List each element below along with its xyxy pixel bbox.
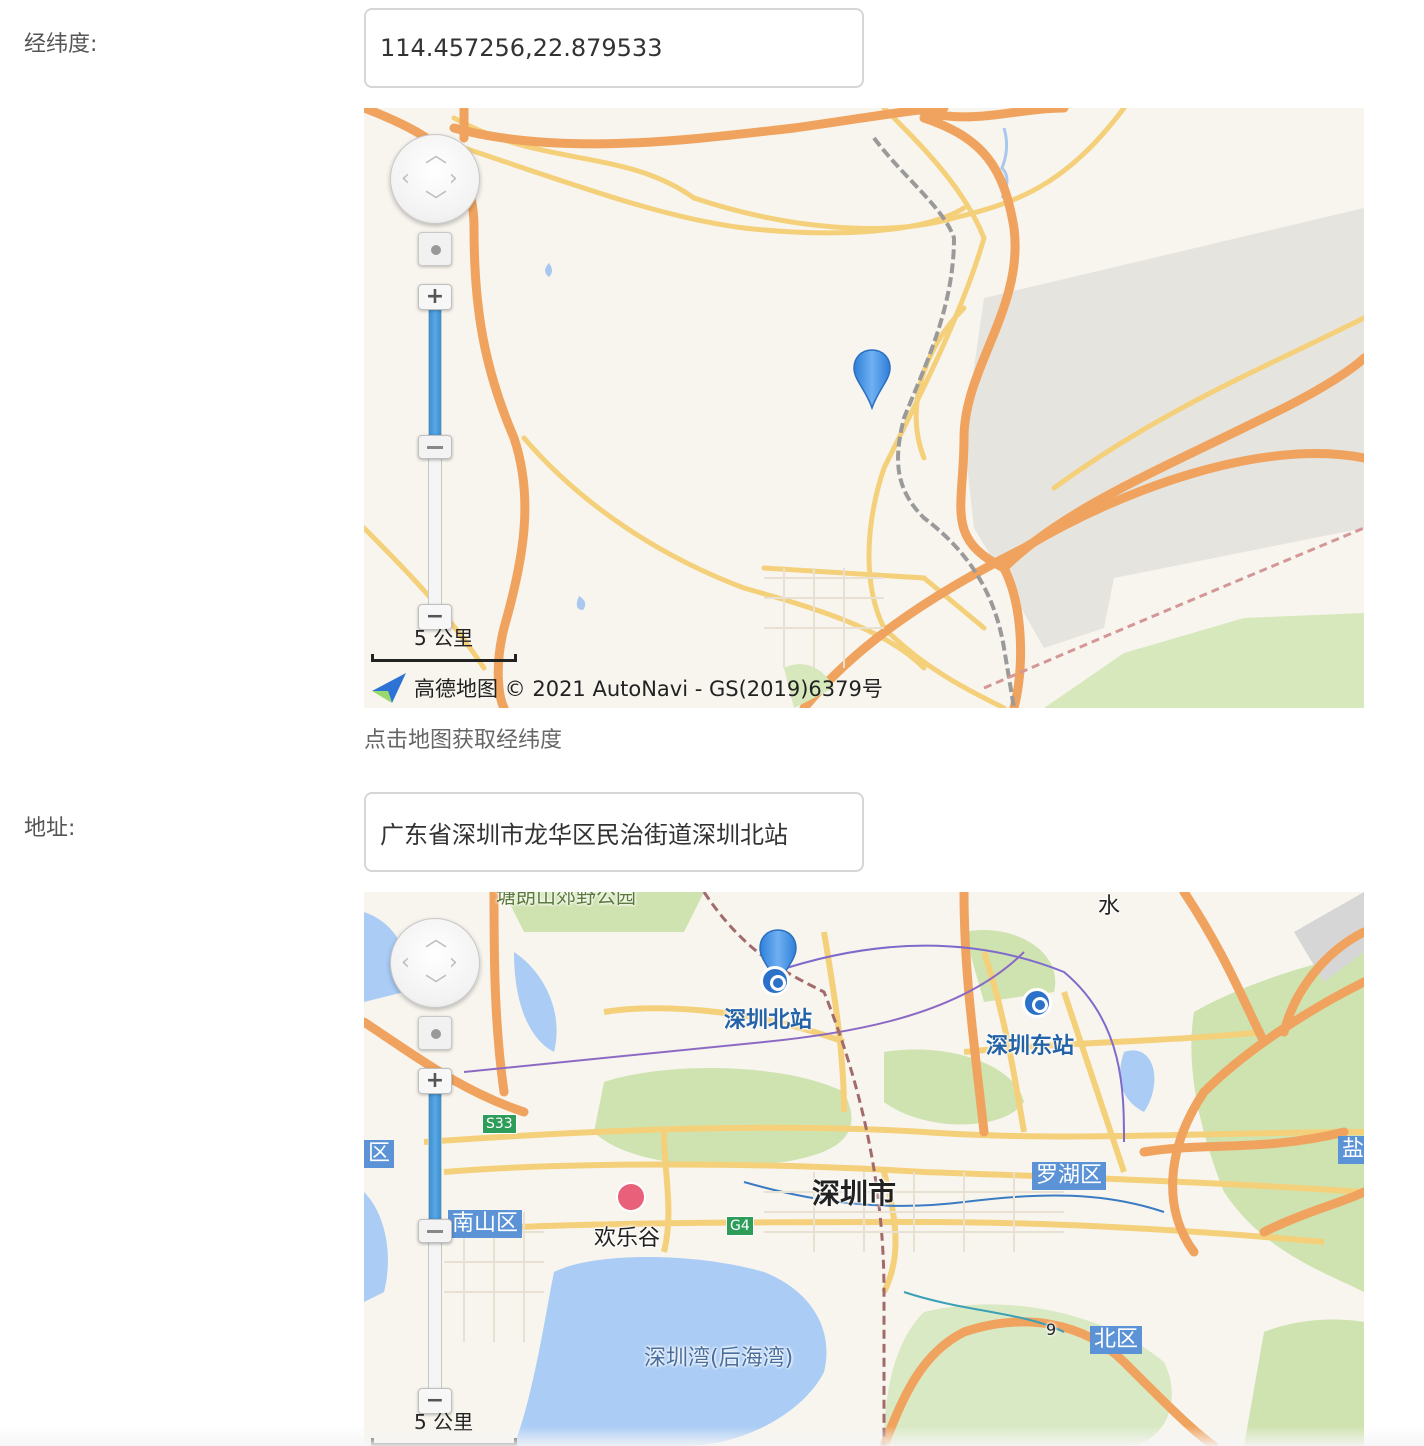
- pan-up-icon[interactable]: ︿: [425, 145, 447, 167]
- park-label: 塘朗山郊野公园: [496, 892, 636, 908]
- address-input[interactable]: [364, 792, 864, 872]
- zoom-slider-track[interactable]: [428, 1078, 442, 1408]
- pan-right-icon[interactable]: ›: [449, 168, 458, 190]
- zoom-slider-handle[interactable]: [418, 435, 452, 459]
- pan-right-icon[interactable]: ›: [449, 952, 458, 974]
- zoom-in-button[interactable]: +: [418, 284, 452, 310]
- north-district-label: 北区: [1090, 1326, 1143, 1354]
- bay-label: 深圳湾(后海湾): [644, 1346, 794, 1371]
- scroll-fade: [0, 1426, 1424, 1446]
- scale-bar: [371, 654, 517, 662]
- luohu-label: 罗湖区: [1032, 1162, 1107, 1190]
- zoom-slider-fill: [429, 1079, 441, 1237]
- pan-down-icon[interactable]: ﹀: [425, 192, 447, 214]
- zoom-in-button[interactable]: +: [418, 1068, 452, 1094]
- copyright-text: 高德地图 © 2021 AutoNavi - GS(2019)6379号: [414, 677, 883, 701]
- map-coords-picker[interactable]: ︿ ﹀ ‹ › + − 5 公里 高德地图 © 2021 AutoNavi - …: [364, 108, 1364, 708]
- pan-left-icon[interactable]: ‹: [401, 952, 410, 974]
- route-nine-label: 9: [1046, 1320, 1057, 1339]
- locate-icon[interactable]: [418, 232, 452, 266]
- map-marker-icon[interactable]: [852, 348, 892, 410]
- north-station-icon: [760, 966, 790, 996]
- salt-label: 盐: [1338, 1136, 1364, 1164]
- east-station-label: 深圳东站: [986, 1034, 1075, 1059]
- water-label: 水: [1098, 894, 1121, 919]
- zoom-slider-handle[interactable]: [418, 1219, 452, 1243]
- map-address-preview[interactable]: 塘朗山郊野公园 水 深圳北站 深圳东站 S33 区 盐 深圳市 罗湖区 南山区 …: [364, 892, 1364, 1446]
- pan-up-icon[interactable]: ︿: [425, 929, 447, 951]
- pan-control-icon[interactable]: ︿ ﹀ ‹ ›: [390, 918, 480, 1008]
- district-edge-label: 区: [364, 1140, 395, 1168]
- scale-label: 5 公里: [414, 626, 474, 650]
- east-station-icon: [1022, 988, 1052, 1018]
- happy-valley-label: 欢乐谷: [594, 1226, 661, 1251]
- pan-control-icon[interactable]: ︿ ﹀ ‹ ›: [390, 134, 480, 224]
- map-copyright: 高德地图 © 2021 AutoNavi - GS(2019)6379号: [370, 671, 883, 705]
- coords-help-text: 点击地图获取经纬度: [364, 728, 563, 753]
- pan-down-icon[interactable]: ﹀: [425, 976, 447, 998]
- coords-label: 经纬度:: [24, 32, 98, 57]
- coords-input[interactable]: [364, 8, 864, 88]
- nanshan-label: 南山区: [448, 1210, 523, 1238]
- zoom-slider-fill: [429, 295, 441, 453]
- locate-icon[interactable]: [418, 1016, 452, 1050]
- ferris-wheel-icon: [616, 1182, 646, 1212]
- pan-left-icon[interactable]: ‹: [401, 168, 410, 190]
- g4-badge: G4: [726, 1216, 754, 1236]
- amap-logo-icon: [372, 673, 406, 703]
- s33-badge: S33: [482, 1114, 517, 1134]
- city-label: 深圳市: [812, 1177, 897, 1210]
- north-station-label: 深圳北站: [724, 1008, 813, 1033]
- address-label: 地址:: [24, 816, 76, 841]
- map-city-roads: [364, 892, 1364, 1446]
- zoom-slider-track[interactable]: [428, 294, 442, 624]
